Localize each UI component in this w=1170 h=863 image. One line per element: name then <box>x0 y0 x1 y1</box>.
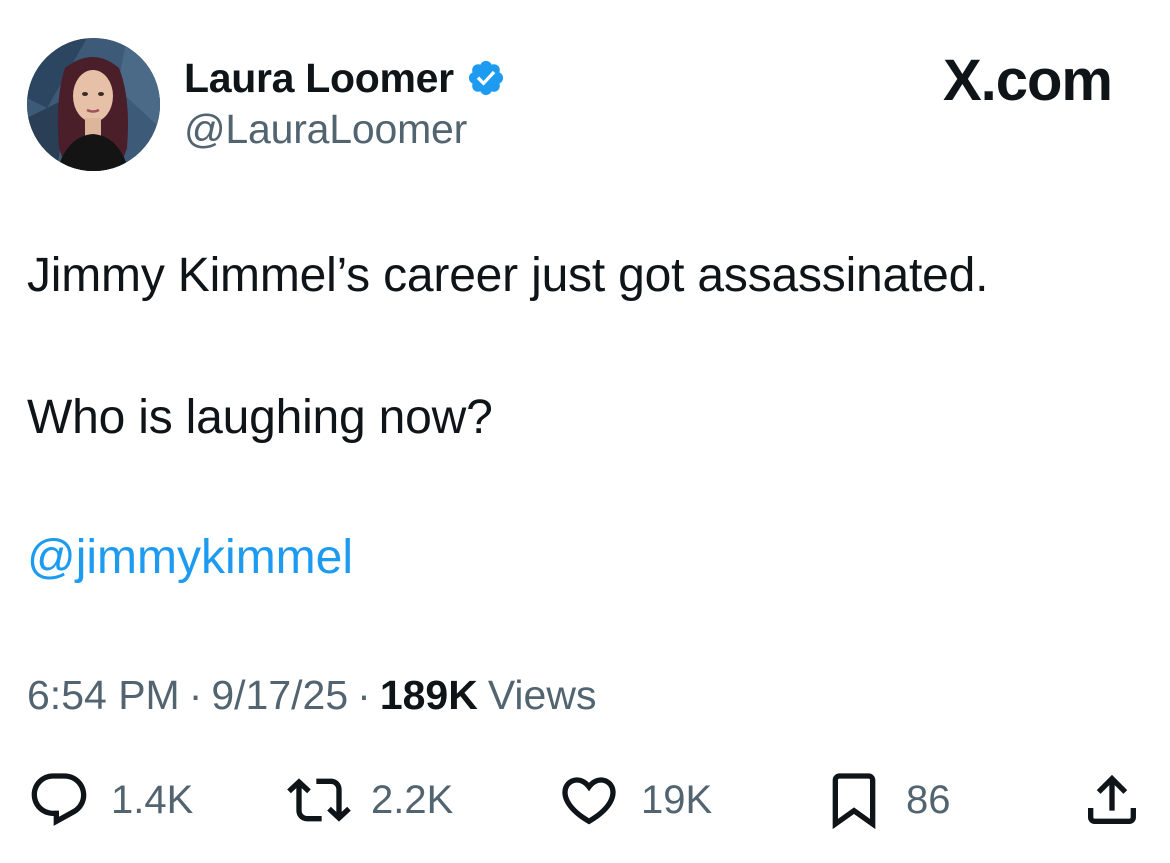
retweet-count: 2.2K <box>371 777 454 822</box>
mention-link[interactable]: @jimmykimmel <box>27 530 353 585</box>
views-label: Views <box>487 672 597 718</box>
tweet-text-line-2: Who is laughing now? <box>27 391 493 444</box>
retweet-icon <box>287 778 351 822</box>
reply-count: 1.4K <box>111 777 194 822</box>
retweet-button[interactable]: 2.2K <box>287 760 453 840</box>
reply-icon <box>31 773 87 826</box>
tweet-card: Laura Loomer @LauraLoomer X.com Jimmy Ki… <box>0 0 1170 863</box>
tweet-text-line-1: Jimmy Kimmel’s career just got assassina… <box>27 249 989 302</box>
bookmark-button[interactable]: 86 <box>822 760 951 840</box>
action-bar: 1.4K 2.2K 19K 86 <box>0 760 1170 840</box>
reply-button[interactable]: 1.4K <box>27 760 193 840</box>
verified-badge-icon <box>466 58 506 98</box>
tweet-meta: 6:54 PM · 9/17/25 · 189K Views <box>27 672 596 719</box>
like-button[interactable]: 19K <box>557 760 712 840</box>
tweet-date[interactable]: 9/17/25 <box>211 672 348 719</box>
meta-separator: · <box>188 672 203 718</box>
author-name-row[interactable]: Laura Loomer <box>184 50 506 106</box>
avatar[interactable] <box>27 38 160 171</box>
like-count: 19K <box>641 777 713 822</box>
bookmark-count: 86 <box>906 777 951 822</box>
share-button[interactable] <box>1080 760 1144 840</box>
tweet-time[interactable]: 6:54 PM <box>27 672 180 719</box>
avatar-image <box>27 38 160 171</box>
brand-watermark: X.com <box>942 48 1113 113</box>
author-handle[interactable]: @LauraLoomer <box>184 106 467 153</box>
meta-separator: · <box>357 672 371 718</box>
bookmark-icon <box>832 773 876 830</box>
share-icon <box>1088 774 1136 824</box>
heart-icon <box>562 777 616 825</box>
display-name[interactable]: Laura Loomer <box>184 55 454 102</box>
views-count: 189K <box>379 672 478 718</box>
